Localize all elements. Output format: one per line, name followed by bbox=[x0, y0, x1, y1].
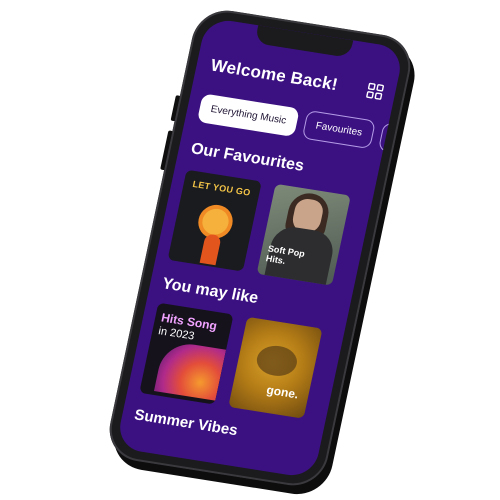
album-art-figure bbox=[199, 233, 222, 266]
album-card-gone[interactable]: gone. bbox=[228, 316, 323, 419]
tab-favourites[interactable]: Favourites bbox=[301, 109, 376, 150]
album-art-gradient bbox=[153, 340, 227, 401]
album-card-let-you-go[interactable]: LET YOU GO bbox=[167, 169, 262, 272]
section-title-you-may-like: You may like bbox=[160, 275, 260, 308]
section-title-favourites: Our Favourites bbox=[189, 140, 306, 175]
album-art-shape bbox=[253, 343, 300, 379]
grid-icon[interactable] bbox=[366, 82, 385, 100]
section-title-summer-vibes: Summer Vibes bbox=[132, 406, 240, 440]
page-title: Welcome Back! bbox=[209, 55, 340, 95]
album-title: gone. bbox=[265, 382, 300, 402]
tab-everything-music[interactable]: Everything Music bbox=[196, 93, 300, 138]
header: Welcome Back! bbox=[208, 53, 385, 106]
album-card-hits-song[interactable]: Hits Song in 2023 bbox=[139, 302, 234, 405]
album-title: LET YOU GO bbox=[191, 178, 252, 198]
phone-mockup: Welcome Back! Everything Music Favourite… bbox=[103, 5, 417, 491]
album-card-soft-pop-hits[interactable]: Soft Pop Hits. bbox=[256, 183, 351, 286]
app-screen: Welcome Back! Everything Music Favourite… bbox=[115, 17, 405, 479]
favourites-row: LET YOU GO Soft Pop Hits. bbox=[167, 169, 351, 286]
you-may-like-row: Hits Song in 2023 gone. bbox=[139, 302, 323, 419]
